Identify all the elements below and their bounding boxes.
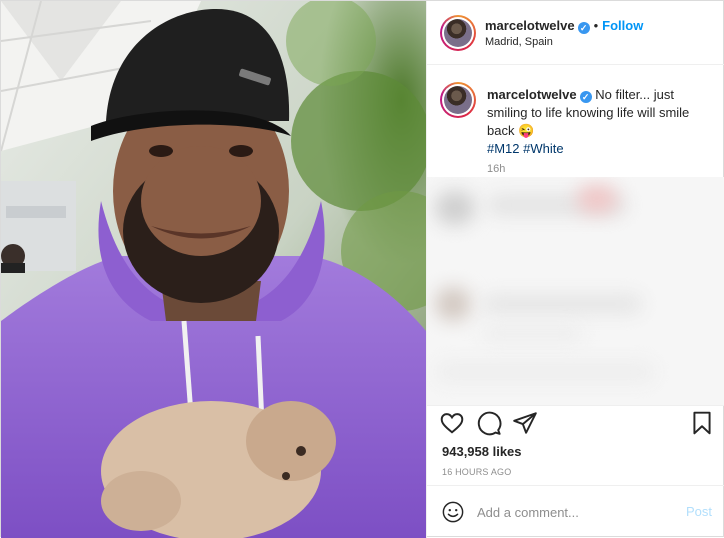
header-userline: marcelotwelve ✓ • Follow [485,18,643,34]
avatar[interactable] [440,15,476,51]
follow-button[interactable]: Follow [602,18,643,33]
post-photo-image [1,1,426,538]
caption-time-ago[interactable]: 16h [487,163,505,175]
bookmark-icon[interactable] [689,410,715,436]
winking-face-emoji: 😜 [518,123,535,138]
likes-count[interactable]: 943,958 likes [442,444,522,459]
header-username[interactable]: marcelotwelve [485,18,575,33]
caption-username[interactable]: marcelotwelve [487,87,577,102]
caption-avatar-image [444,86,472,114]
posted-time[interactable]: 16 HOURS AGO [442,467,511,477]
comment-icon[interactable] [476,410,502,436]
blurred-comments-area [427,177,724,405]
emoji-icon[interactable] [442,501,464,523]
comment-bar: Post [427,485,724,538]
post-location[interactable]: Madrid, Spain [485,36,553,48]
heart-icon[interactable] [439,410,465,436]
post-side-panel: marcelotwelve ✓ • Follow Madrid, Spain marc… [426,1,724,538]
post-header: marcelotwelve ✓ • Follow Madrid, Spain [427,1,724,65]
comment-input[interactable] [477,500,672,524]
caption-text-block: marcelotwelve ✓ No filter... just smiling… [487,86,712,158]
caption-avatar[interactable] [440,82,476,118]
share-icon[interactable] [512,410,538,436]
post-photo[interactable] [1,1,426,538]
post-caption: marcelotwelve ✓ No filter... just smiling… [427,65,724,177]
hashtag-m12[interactable]: #M12 [487,141,520,156]
post-actions: 943,958 likes 16 HOURS AGO [427,405,724,485]
verified-badge-icon: ✓ [577,22,590,34]
separator-dot: • [593,18,599,33]
avatar-image [444,19,472,47]
caption-verified-badge-icon: ✓ [579,91,592,103]
instagram-post-modal: marcelotwelve ✓ • Follow Madrid, Spain marc… [0,0,724,538]
hashtag-white[interactable]: #White [523,141,563,156]
post-comment-button[interactable]: Post [686,504,712,519]
